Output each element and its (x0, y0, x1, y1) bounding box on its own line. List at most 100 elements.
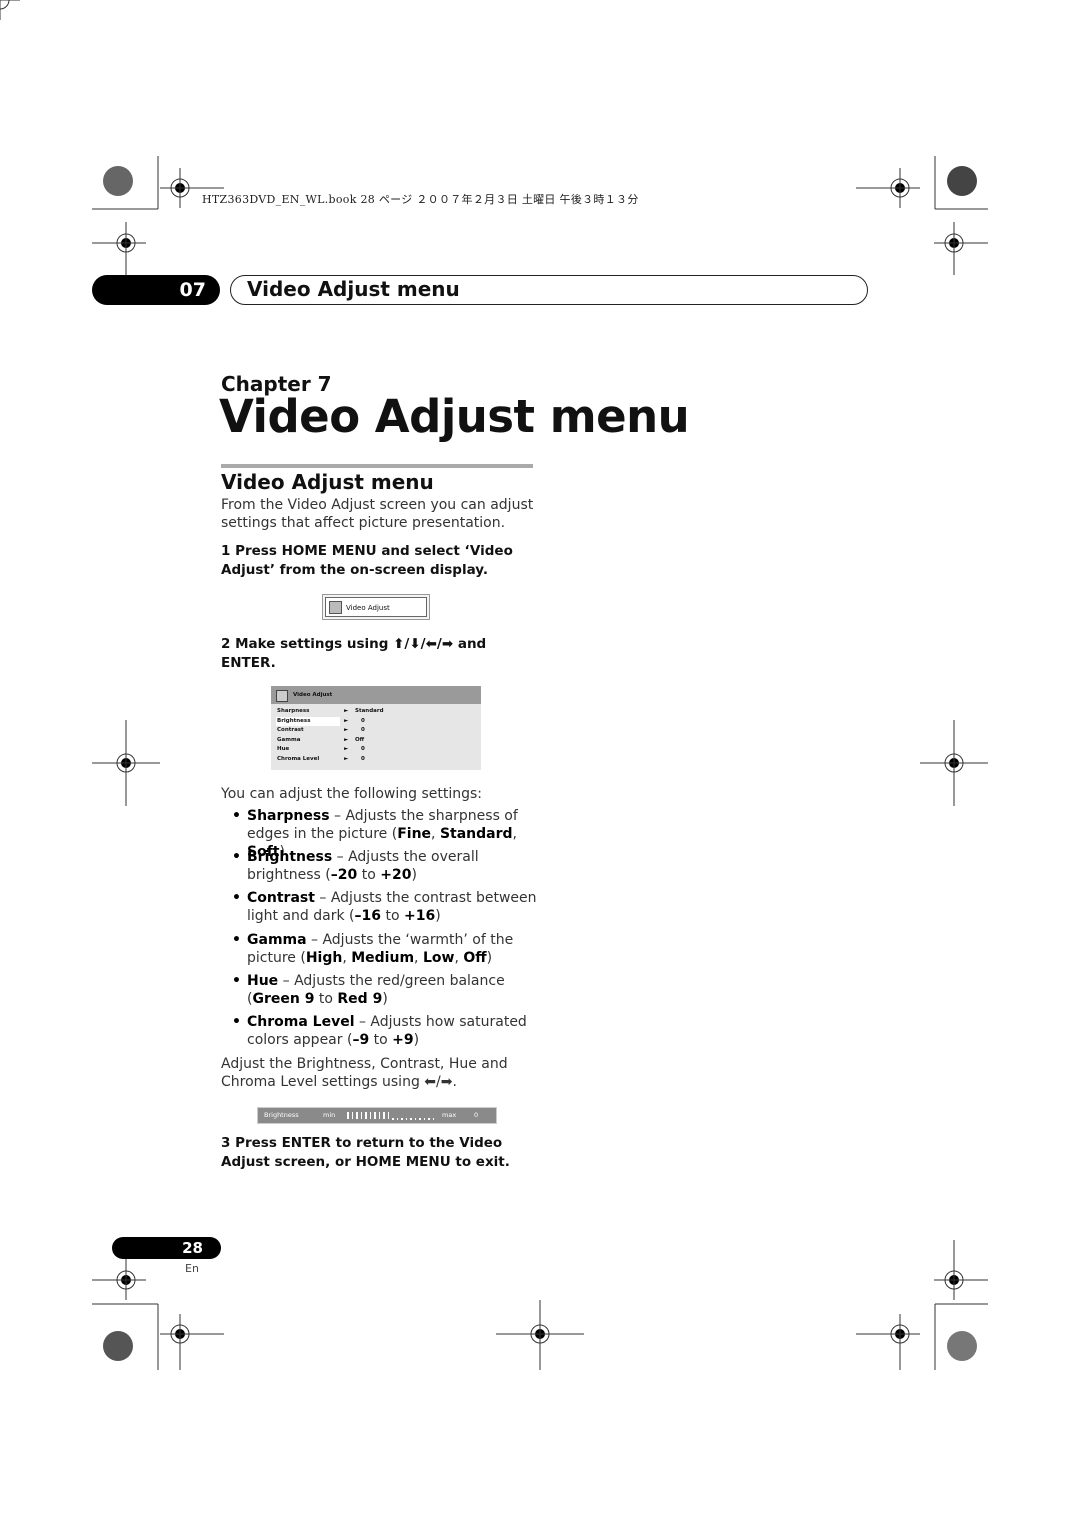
slider-tick-filled (351, 1112, 353, 1119)
step-3: 3 Press ENTER to return to the Video Adj… (221, 1135, 510, 1170)
osd-row-label: Gamma (277, 736, 301, 743)
language-label: En (185, 1262, 199, 1275)
bold-term: Medium (351, 950, 415, 966)
slider-tick-empty (405, 1118, 407, 1120)
slider-tick-filled (383, 1112, 385, 1119)
text-segment: ) (382, 991, 388, 1007)
chapter-number-tab: 07 (92, 275, 220, 305)
slider-tick-empty (414, 1118, 416, 1120)
text-segment: to (314, 991, 338, 1007)
slider-tick-filled (365, 1112, 367, 1119)
bullet-icon: • (232, 808, 241, 824)
chapter-title-tab: Video Adjust menu (230, 275, 868, 305)
text-segment: ) (486, 950, 493, 966)
osd-menu-title: Video Adjust (271, 686, 481, 704)
text-segment: , (414, 950, 423, 966)
bold-term: –20 (330, 867, 358, 883)
bold-term: Chroma Level (247, 1014, 355, 1030)
bold-term: Low (422, 950, 455, 966)
osd-menu-row: Brightness ► 0 (276, 716, 476, 726)
osd-video-adjust-menu: Video Adjust Sharpness ► Standard Brightnes… (271, 686, 481, 770)
section-rule (221, 464, 533, 468)
bold-term: Off (463, 950, 487, 966)
arrow-right-icon: ► (344, 708, 349, 714)
page-number: 28 (112, 1237, 221, 1259)
text-segment: , (431, 826, 440, 842)
text-segment: , (454, 950, 464, 966)
slider-tick-empty (423, 1118, 425, 1120)
arrow-right-icon: ► (344, 717, 349, 724)
slider-tick-filled (378, 1112, 380, 1119)
osd-menu-row: Chroma Level ► 0 (276, 755, 476, 764)
slider-value: 0 (474, 1111, 479, 1119)
osd-row-value: Off (355, 736, 365, 743)
video-adjust-icon (276, 690, 288, 702)
bullet-icon: • (232, 849, 241, 865)
osd-row-label: Contrast (277, 727, 304, 734)
intro-text: From the Video Adjust screen you can adj… (221, 497, 534, 531)
slider-ticks (347, 1108, 437, 1123)
manual-page: HTZ363DVD_EN_WL.book 28 ページ ２００７年２月３日 土曜… (0, 0, 1080, 1527)
bullet-item: • Brightness – Adjusts the overall bright… (232, 848, 542, 884)
slider-tick-filled (360, 1112, 362, 1119)
bold-term: High (305, 950, 343, 966)
bold-term: +16 (403, 908, 436, 924)
slider-tick-empty (428, 1118, 430, 1120)
bold-term: Hue (247, 973, 279, 989)
bullet-item: • Gamma – Adjusts the ‘warmth’ of the pic… (232, 931, 542, 967)
osd-menu-row: Hue ► 0 (276, 745, 476, 754)
bullet-item: • Chroma Level – Adjusts how saturated co… (232, 1013, 542, 1049)
osd-menu-row: Sharpness ► Standard (276, 707, 476, 716)
text-segment: to (357, 867, 381, 883)
bold-term: –16 (354, 908, 381, 924)
slider-label: Brightness (264, 1111, 299, 1119)
bold-term: Fine (397, 826, 432, 842)
slider-tick-filled (347, 1112, 349, 1119)
slider-tick-filled (369, 1112, 371, 1119)
osd-row-value: 0 (361, 717, 365, 724)
slider-tick-filled (356, 1112, 358, 1119)
bullet-text: Gamma – Adjusts the ‘warmth’ of the pict… (232, 931, 542, 967)
slider-tick-empty (396, 1118, 398, 1120)
bold-term: Sharpness (247, 808, 330, 824)
bullet-icon: • (232, 1014, 241, 1030)
osd-row-label: Sharpness (277, 708, 310, 714)
bold-term: Contrast (247, 890, 315, 906)
osd-row-value: Standard (355, 708, 384, 714)
bold-term: Standard (439, 826, 513, 842)
step-1: 1 Press HOME MENU and select ‘Video Adju… (221, 543, 513, 578)
text-segment: , (512, 826, 517, 842)
osd-row-label: Hue (277, 746, 290, 753)
slider-tick-empty (419, 1118, 421, 1120)
slider-tick-empty (392, 1118, 394, 1120)
bullet-item: • Hue – Adjusts the red/green balance (Gr… (232, 972, 542, 1008)
slider-tick-filled (374, 1112, 376, 1119)
adjust-note: Adjust the Brightness, Contrast, Hue and… (221, 1056, 508, 1090)
bullet-icon: • (232, 890, 241, 906)
arrow-right-icon: ► (344, 736, 349, 743)
arrow-right-icon: ► (344, 756, 349, 762)
osd-row-label: Brightness (277, 717, 311, 724)
slider-tick-empty (401, 1118, 403, 1120)
bullet-icon: • (232, 932, 241, 948)
following-text: You can adjust the following settings: (221, 786, 483, 802)
text-segment: , (342, 950, 352, 966)
registration-marks (0, 0, 988, 1370)
osd-button-label: Video Adjust (346, 604, 390, 612)
slider-tick-empty (410, 1118, 412, 1120)
bold-term: Brightness (247, 849, 333, 865)
osd-row-label: Chroma Level (277, 756, 320, 762)
arrow-right-icon: ► (344, 746, 349, 753)
bullet-text: Brightness – Adjusts the overall brightn… (232, 848, 542, 884)
text-segment: to (381, 908, 404, 924)
bullet-text: Hue – Adjusts the red/green balance (Gre… (232, 972, 542, 1008)
osd-menu-row: Gamma ► Off (276, 736, 476, 745)
chapter-title: Video Adjust menu (219, 390, 690, 443)
slider-min-label: min (323, 1111, 336, 1119)
bullet-item: • Contrast – Adjusts the contrast between… (232, 889, 542, 925)
slider-max-label: max (442, 1111, 457, 1119)
section-title: Video Adjust menu (221, 470, 434, 494)
bold-term: +20 (380, 867, 412, 883)
bold-term: –9 (352, 1032, 370, 1048)
bold-term: +9 (392, 1032, 414, 1048)
